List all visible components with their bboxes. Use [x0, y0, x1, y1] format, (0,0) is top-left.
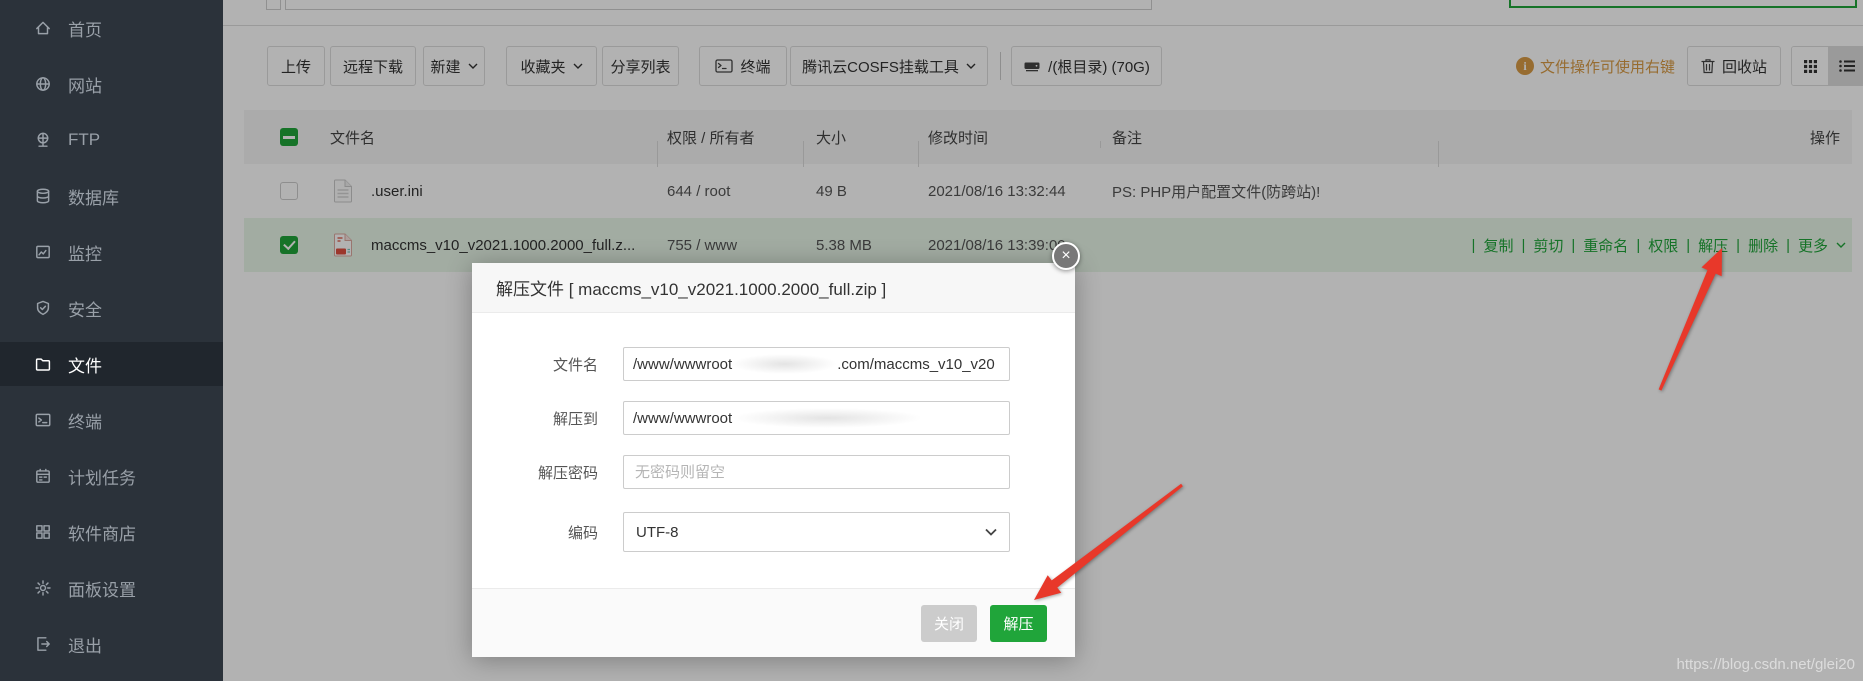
ftp-globe-icon — [33, 130, 53, 150]
sidebar-item-appstore[interactable]: 软件商店 — [0, 510, 223, 554]
dialog-footer: 关闭 解压 — [472, 588, 1075, 657]
sidebar-item-label: 面板设置 — [68, 576, 136, 601]
sidebar-item-database[interactable]: 数据库 — [0, 174, 223, 218]
monitor-chart-icon — [33, 242, 53, 262]
close-button[interactable]: 关闭 — [921, 605, 977, 642]
shield-icon — [33, 298, 53, 318]
sidebar-item-label: 终端 — [68, 408, 102, 433]
chevron-down-icon — [985, 528, 997, 536]
logout-icon — [33, 634, 53, 654]
sidebar-item-label: 软件商店 — [68, 520, 136, 545]
sidebar-item-label: 网站 — [68, 72, 102, 97]
sidebar-item-label: FTP — [68, 130, 100, 150]
folder-icon — [33, 354, 53, 374]
password-input-wrap — [623, 455, 1010, 489]
sidebar-item-label: 首页 — [68, 16, 102, 41]
gear-icon — [33, 578, 53, 598]
globe-icon — [33, 74, 53, 94]
bt-panel-file-manager: 首页 网站 FTP 数据库 监控 安全 文件 终端 — [0, 0, 1863, 681]
sidebar-item-terminal[interactable]: 终端 — [0, 398, 223, 442]
sidebar-item-files[interactable]: 文件 — [0, 342, 223, 386]
terminal-icon — [33, 410, 53, 430]
sidebar: 首页 网站 FTP 数据库 监控 安全 文件 终端 — [0, 0, 223, 681]
encoding-select[interactable]: UTF-8 — [623, 512, 1010, 552]
sidebar-item-home[interactable]: 首页 — [0, 6, 223, 50]
sidebar-item-label: 安全 — [68, 296, 102, 321]
calendar-icon — [33, 466, 53, 486]
extract-button[interactable]: 解压 — [990, 605, 1047, 642]
sidebar-item-settings[interactable]: 面板设置 — [0, 566, 223, 610]
sidebar-item-label: 数据库 — [68, 184, 119, 209]
sidebar-item-label: 退出 — [68, 632, 102, 657]
dialog-close-icon[interactable]: × — [1052, 242, 1080, 270]
redaction-blur — [732, 408, 922, 428]
redaction-blur — [732, 354, 837, 374]
password-label: 解压密码 — [496, 462, 598, 483]
password-input[interactable] — [633, 463, 1000, 482]
watermark: https://blog.csdn.net/glei20 — [1677, 656, 1855, 673]
encoding-value: UTF-8 — [636, 524, 679, 541]
sidebar-item-label: 文件 — [68, 352, 102, 377]
filename-label: 文件名 — [496, 354, 598, 375]
destination-input[interactable]: /www/wwwroot — [623, 401, 1010, 435]
home-icon — [33, 18, 53, 38]
filename-input[interactable]: /www/wwwroot .com/maccms_v10_v20 — [623, 347, 1010, 381]
sidebar-item-ftp[interactable]: FTP — [0, 118, 223, 162]
sidebar-item-security[interactable]: 安全 — [0, 286, 223, 330]
database-icon — [33, 186, 53, 206]
sidebar-item-label: 监控 — [68, 240, 102, 265]
dialog-title: 解压文件 [ maccms_v10_v2021.1000.2000_full.z… — [472, 263, 1075, 313]
unzip-dialog: 解压文件 [ maccms_v10_v2021.1000.2000_full.z… — [472, 263, 1075, 657]
sidebar-item-logout[interactable]: 退出 — [0, 622, 223, 666]
sidebar-item-label: 计划任务 — [68, 464, 136, 489]
sidebar-item-monitor[interactable]: 监控 — [0, 230, 223, 274]
sidebar-item-website[interactable]: 网站 — [0, 62, 223, 106]
grid-squares-icon — [33, 522, 53, 542]
encoding-label: 编码 — [496, 522, 598, 543]
destination-label: 解压到 — [496, 408, 598, 429]
sidebar-item-cron[interactable]: 计划任务 — [0, 454, 223, 498]
